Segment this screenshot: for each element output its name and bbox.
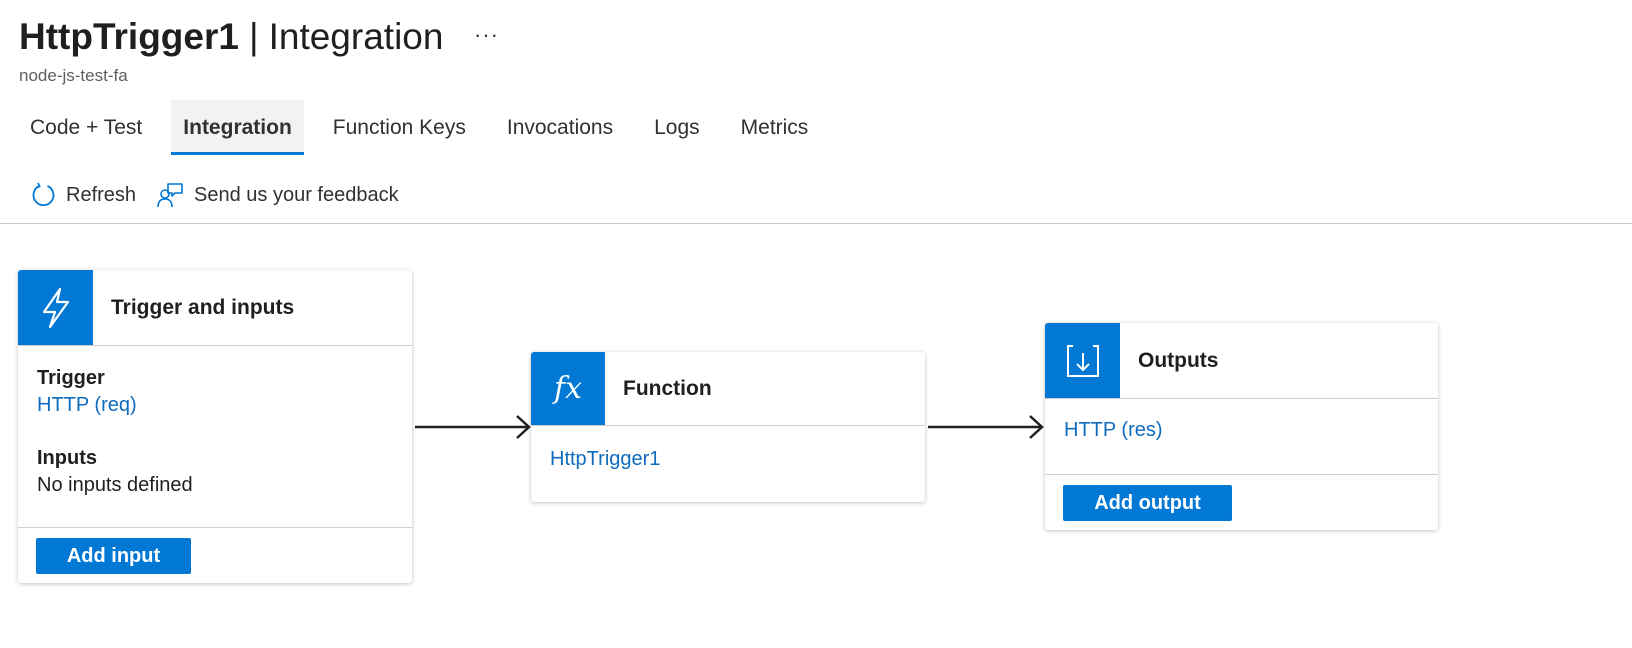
outputs-card-title: Outputs [1138,348,1219,372]
trigger-card-title: Trigger and inputs [111,295,295,319]
outputs-card-footer: Add output [1045,474,1438,530]
function-card-title: Function [623,376,712,400]
refresh-icon [32,182,55,206]
lightning-icon [18,270,93,345]
page-title-separator: | [248,16,259,57]
trigger-card-header: Trigger and inputs [18,270,412,346]
tab-integration[interactable]: Integration [171,100,304,155]
inputs-section-label: Inputs [37,447,97,469]
tab-logs[interactable]: Logs [642,100,712,155]
more-options-button[interactable]: ··· [474,22,499,48]
tab-code-test[interactable]: Code + Test [18,100,154,155]
outputs-card-header: Outputs [1045,323,1438,399]
arrow-trigger-to-function [415,415,531,439]
output-arrow-icon [1045,323,1120,398]
inputs-empty-text: No inputs defined [37,474,193,496]
output-http-link[interactable]: HTTP (res) [1064,419,1163,442]
tab-metrics[interactable]: Metrics [729,100,821,155]
arrow-function-to-outputs [928,415,1044,439]
tab-function-keys[interactable]: Function Keys [321,100,478,155]
tab-bar: Code + Test Integration Function Keys In… [18,100,837,155]
page-title: HttpTrigger1 | Integration [19,14,443,60]
add-output-button[interactable]: Add output [1063,485,1232,521]
feedback-label: Send us your feedback [194,183,399,206]
page-title-name: HttpTrigger1 [19,16,239,57]
add-input-button[interactable]: Add input [36,538,191,574]
function-card-header: fx Function [531,352,925,426]
trigger-http-link[interactable]: HTTP (req) [37,394,137,417]
trigger-section-label: Trigger [37,367,105,389]
outputs-card: Outputs HTTP (res) Add output [1045,323,1438,530]
function-card: fx Function HttpTrigger1 [531,352,925,502]
trigger-inputs-card: Trigger and inputs Trigger HTTP (req) In… [18,270,412,583]
command-bar-divider [0,223,1632,224]
feedback-icon [157,183,183,208]
feedback-button[interactable]: Send us your feedback [156,176,399,214]
trigger-card-footer: Add input [18,527,412,583]
page-subtitle: node-js-test-fa [19,66,128,85]
refresh-button[interactable]: Refresh [30,176,136,214]
tab-invocations[interactable]: Invocations [495,100,625,155]
function-link[interactable]: HttpTrigger1 [550,448,660,471]
page-title-section: Integration [268,16,444,57]
fx-icon: fx [531,352,605,425]
refresh-label: Refresh [66,183,137,206]
